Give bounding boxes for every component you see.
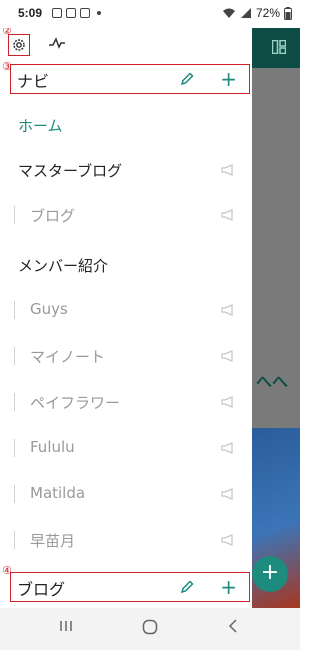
nav-item-label: メンバー紹介 xyxy=(18,257,109,275)
indent-bar xyxy=(14,206,15,224)
nav-item-matilda[interactable]: Matilda xyxy=(0,479,252,509)
status-bar: 5:09 72% xyxy=(0,0,300,28)
indent-bar xyxy=(14,485,15,503)
nav-item-label: 早苗月 xyxy=(30,532,76,550)
nav-edit-pencil-icon[interactable] xyxy=(179,71,195,87)
nav-item-label: Matilda xyxy=(30,484,86,502)
layout-icon xyxy=(272,40,286,54)
indent-bar xyxy=(14,393,15,411)
nav-item-label: マイノート xyxy=(30,348,106,366)
nav-item-guys[interactable]: Guys xyxy=(0,295,252,325)
nav-item-label: マスターブログ xyxy=(18,162,123,180)
megaphone-icon[interactable] xyxy=(220,349,236,363)
drawer-toolbar: ② xyxy=(0,24,252,60)
nav-item-label: ホーム xyxy=(18,117,63,135)
recent-apps-icon[interactable] xyxy=(58,618,74,634)
settings-button[interactable] xyxy=(8,34,30,56)
indent-bar xyxy=(14,439,15,457)
megaphone-icon[interactable] xyxy=(220,303,236,317)
megaphone-icon[interactable] xyxy=(220,163,236,177)
background-fab-button: + xyxy=(252,556,288,592)
blog-add-plus-icon[interactable]: + xyxy=(220,577,237,597)
back-icon[interactable] xyxy=(226,618,240,634)
status-time: 5:09 xyxy=(18,6,43,20)
nav-section-header: ナビ + xyxy=(10,64,250,94)
gear-icon xyxy=(13,39,25,51)
more-notifications-icon xyxy=(97,11,101,15)
nav-item-master-blog[interactable]: マスターブログ xyxy=(0,155,252,185)
megaphone-icon[interactable] xyxy=(220,441,236,455)
nav-section-title: ナビ xyxy=(17,72,50,91)
message-notification-icon xyxy=(80,8,90,18)
nav-item-label: Fululu xyxy=(30,438,75,456)
megaphone-icon[interactable] xyxy=(220,395,236,409)
battery-icon xyxy=(284,6,292,20)
nav-item-label: ペイフラワー xyxy=(30,394,121,412)
wifi-icon xyxy=(222,8,235,18)
indent-bar xyxy=(14,531,15,549)
nav-item-home[interactable]: ホーム xyxy=(0,110,252,140)
indent-bar xyxy=(14,301,15,319)
battery-percent: 72% xyxy=(255,6,280,20)
system-navigation-bar xyxy=(0,608,300,650)
activity-icon[interactable] xyxy=(48,36,66,50)
blog-section-title: ブログ xyxy=(17,580,66,599)
nav-item-label: ブログ xyxy=(30,207,76,225)
megaphone-icon[interactable] xyxy=(220,208,236,222)
blog-section-header: ブログ + xyxy=(10,572,250,602)
nav-item-member-intro[interactable]: メンバー紹介 xyxy=(0,250,252,280)
megaphone-icon[interactable] xyxy=(220,533,236,547)
nav-item-my-note[interactable]: マイノート xyxy=(0,341,252,371)
notification-icons xyxy=(52,8,101,18)
blog-edit-pencil-icon[interactable] xyxy=(179,579,195,595)
nav-item-blog[interactable]: ブログ xyxy=(0,200,252,230)
gallery-notification-icon xyxy=(52,8,62,18)
indent-bar xyxy=(14,347,15,365)
system-status: 72% xyxy=(222,6,292,20)
nav-item-fululu[interactable]: Fululu xyxy=(0,433,252,463)
signal-icon xyxy=(240,8,251,18)
nav-item-pay-flower[interactable]: ペイフラワー xyxy=(0,387,252,417)
home-button-icon[interactable] xyxy=(141,618,159,636)
nav-item-label: Guys xyxy=(30,300,68,318)
nav-add-plus-icon[interactable]: + xyxy=(220,69,237,89)
background-app-header xyxy=(252,28,300,68)
megaphone-icon[interactable] xyxy=(220,487,236,501)
nav-item-satsuki[interactable]: 早苗月 xyxy=(0,525,252,555)
navigation-drawer: ② ③ ナビ + ホーム マスターブログ ブログ メンバー紹介 Guys マイノ… xyxy=(0,24,252,608)
background-app: へへ + xyxy=(252,28,300,608)
news-notification-icon xyxy=(66,8,76,18)
background-partial-text: へへ xyxy=(256,372,289,391)
